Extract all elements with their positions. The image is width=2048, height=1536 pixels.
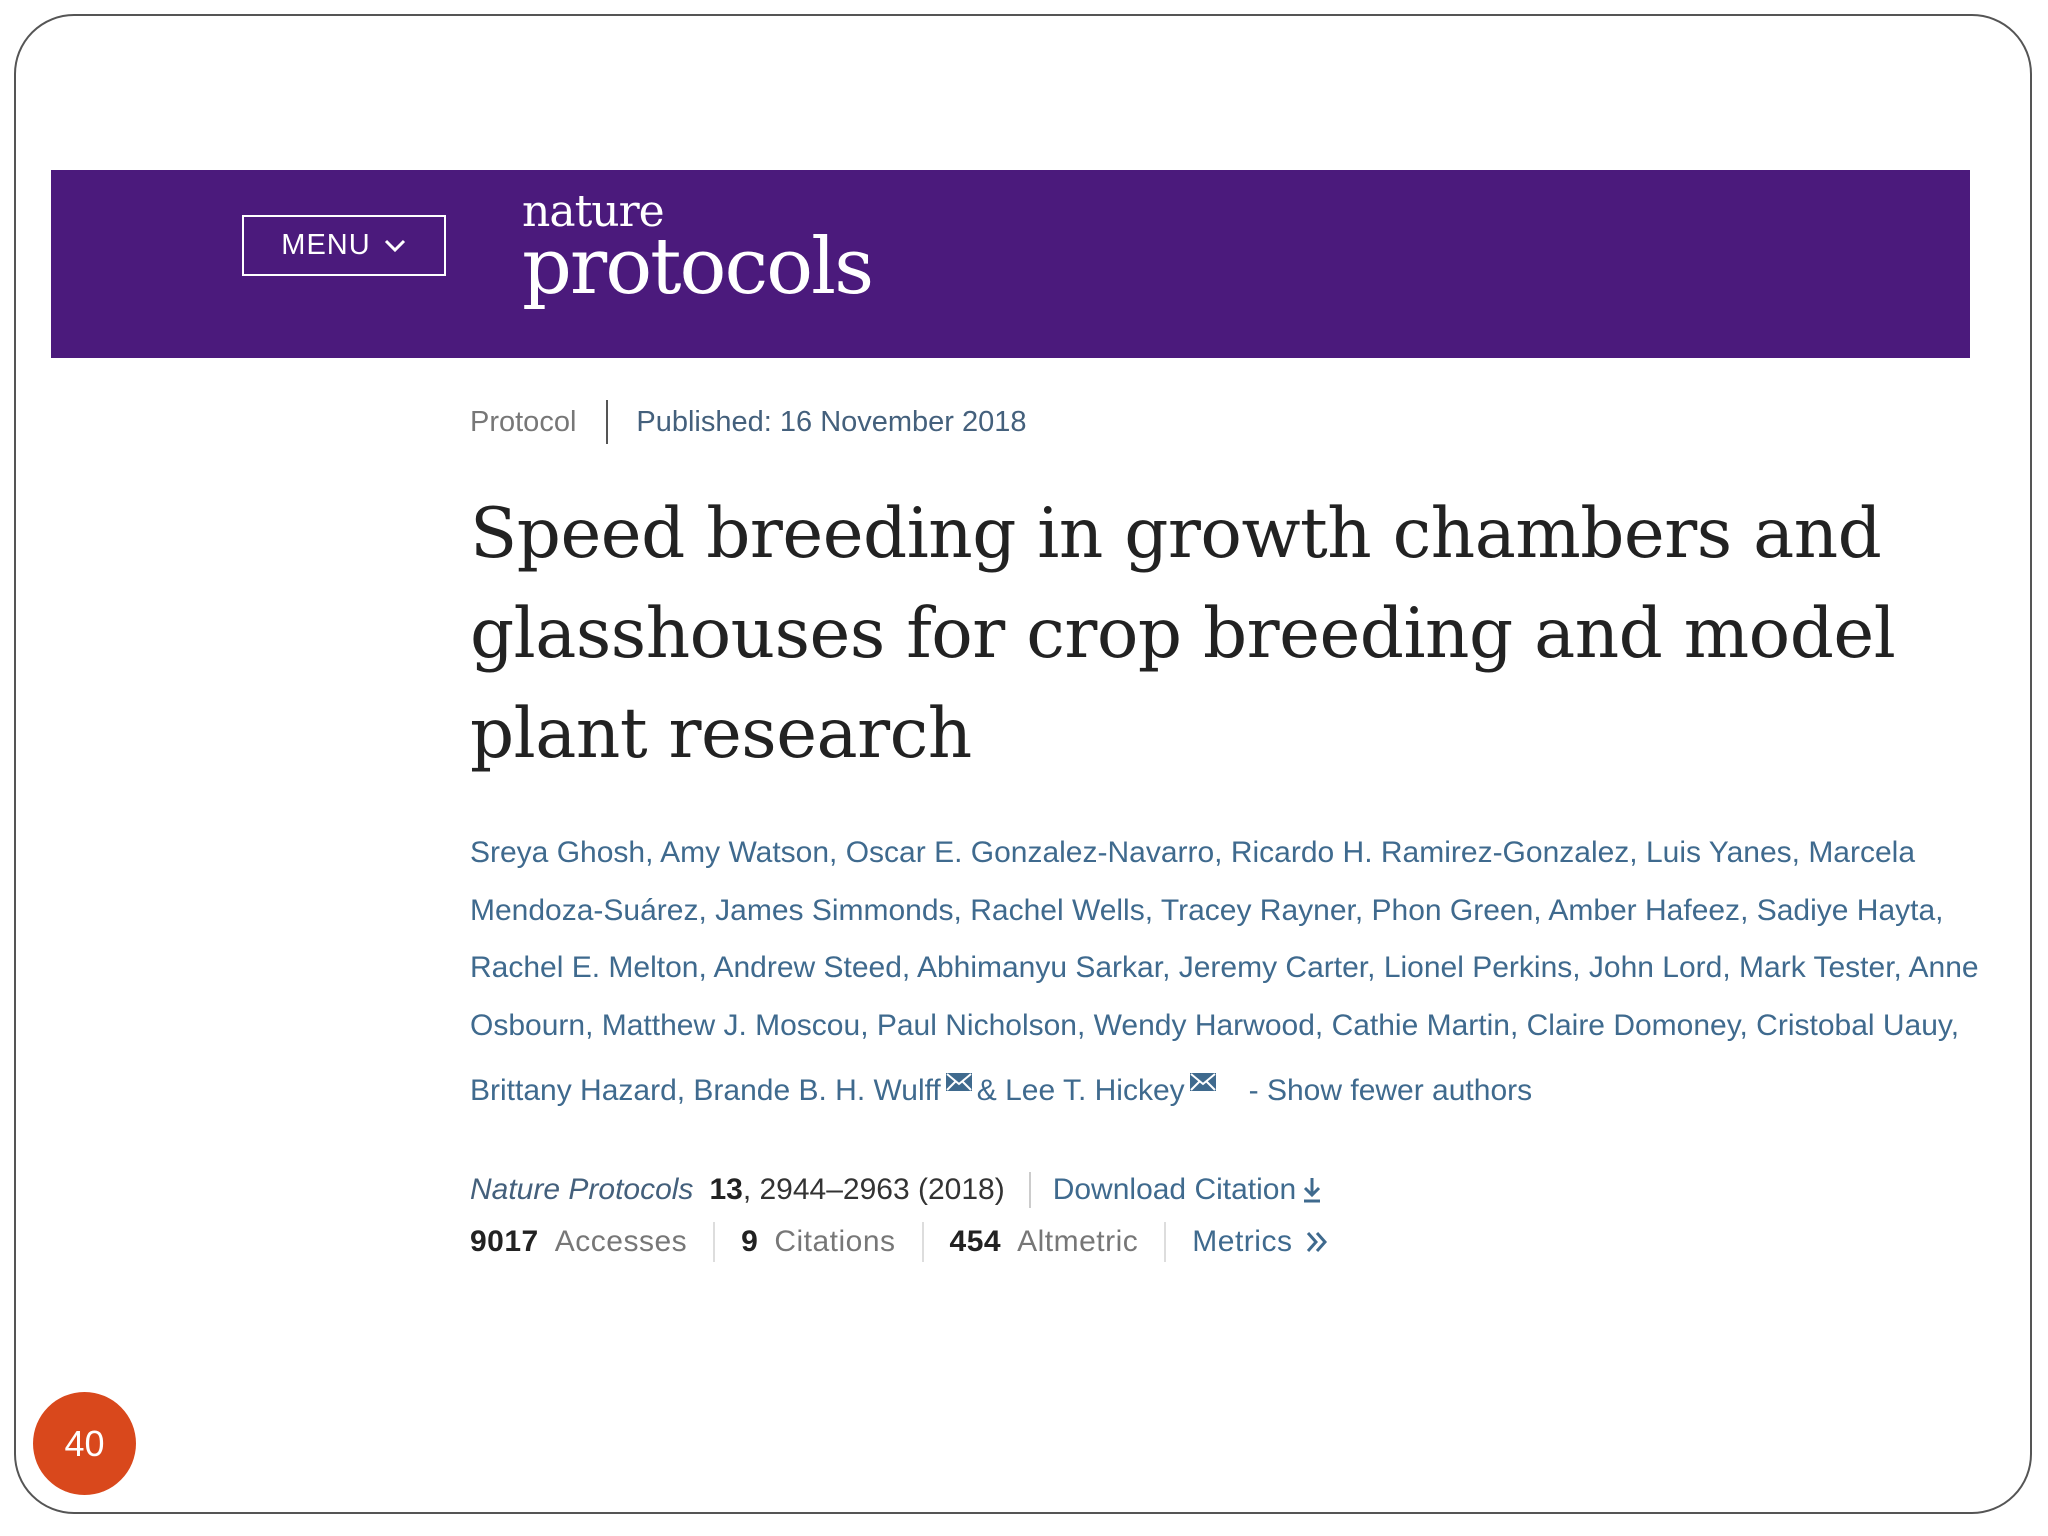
- accesses-label: Accesses: [554, 1224, 688, 1258]
- download-icon: [1304, 1177, 1321, 1202]
- author-link[interactable]: Abhimanyu Sarkar: [917, 951, 1162, 984]
- author-link[interactable]: Sadiye Hayta: [1757, 894, 1935, 927]
- pages-year: , 2944–2963 (2018): [742, 1172, 1005, 1206]
- article-type: Protocol: [470, 405, 577, 438]
- metrics-link[interactable]: Metrics: [1192, 1225, 1330, 1259]
- metric-divider: [1164, 1221, 1167, 1262]
- author-link[interactable]: John Lord: [1589, 951, 1722, 984]
- citations-count: 9: [741, 1224, 759, 1258]
- metric-divider: [713, 1221, 716, 1262]
- author-link[interactable]: Cathie Martin: [1332, 1009, 1510, 1042]
- citation-divider: [1028, 1171, 1031, 1208]
- mail-icon[interactable]: [945, 1054, 973, 1112]
- author-link[interactable]: Lee T. Hickey: [1005, 1074, 1185, 1107]
- slide-number: 40: [64, 1422, 105, 1464]
- logo-bottom-text: protocols: [522, 222, 874, 312]
- mail-icon[interactable]: [1189, 1054, 1217, 1112]
- metric-divider: [921, 1221, 924, 1262]
- article-title: Speed breeding in growth chambers and gl…: [470, 494, 1896, 774]
- author-link[interactable]: Mark Tester: [1739, 951, 1894, 984]
- author-link[interactable]: Ricardo H. Ramirez-Gonzalez: [1231, 836, 1629, 869]
- metrics-link-label: Metrics: [1192, 1224, 1293, 1258]
- article-meta: Protocol Published: 16 November 2018: [470, 400, 1970, 444]
- show-fewer-authors-link[interactable]: - Show fewer authors: [1249, 1074, 1532, 1107]
- meta-divider: [606, 400, 609, 444]
- author-link[interactable]: Amy Watson: [660, 836, 829, 869]
- author-link[interactable]: Rachel Wells: [970, 894, 1145, 927]
- menu-button[interactable]: MENU: [242, 215, 446, 276]
- author-link[interactable]: Sreya Ghosh: [470, 836, 645, 869]
- author-link[interactable]: Andrew Steed: [713, 951, 901, 984]
- author-link[interactable]: Tracey Rayner: [1161, 894, 1355, 927]
- chevron-down-icon: [384, 239, 405, 252]
- citation-line: Nature Protocols 13 , 2944–2963 (2018) D…: [470, 1170, 1970, 1210]
- altmetric-label: Altmetric: [1017, 1224, 1139, 1258]
- author-link[interactable]: Amber Hafeez: [1548, 894, 1740, 927]
- author-link[interactable]: Jeremy Carter: [1179, 951, 1367, 984]
- volume-number: 13: [709, 1172, 743, 1206]
- author-list: Sreya Ghosh, Amy Watson, Oscar E. Gonzal…: [470, 824, 1980, 1120]
- author-link[interactable]: Brande B. H. Wulff: [693, 1074, 940, 1107]
- author-link[interactable]: Brittany Hazard: [470, 1074, 677, 1107]
- author-link[interactable]: Phon Green: [1372, 894, 1534, 927]
- author-link[interactable]: Claire Domoney: [1527, 1009, 1740, 1042]
- article-header: Protocol Published: 16 November 2018 Spe…: [470, 400, 1979, 1262]
- double-chevron-right-icon: [1307, 1231, 1328, 1252]
- metrics-bar: 9017 Accesses 9 Citations 454 Altmetric …: [470, 1221, 1970, 1262]
- author-link[interactable]: Luis Yanes: [1646, 836, 1792, 869]
- author-link[interactable]: Oscar E. Gonzalez-Navarro: [846, 836, 1214, 869]
- download-citation-link[interactable]: Download Citation: [1053, 1173, 1322, 1207]
- author-link[interactable]: James Simmonds: [715, 894, 953, 927]
- author-link[interactable]: Lionel Perkins: [1384, 951, 1572, 984]
- author-link[interactable]: Wendy Harwood: [1094, 1009, 1315, 1042]
- citations-label: Citations: [774, 1224, 896, 1258]
- author-joiner: &: [976, 1074, 1006, 1107]
- menu-label: MENU: [281, 229, 371, 261]
- download-citation-label: Download Citation: [1052, 1172, 1297, 1206]
- published-date: Published: 16 November 2018: [636, 405, 1027, 438]
- author-link[interactable]: Paul Nicholson: [877, 1009, 1077, 1042]
- slide-number-badge: 40: [33, 1392, 136, 1495]
- journal-name: Nature Protocols: [470, 1172, 694, 1206]
- author-link[interactable]: Matthew J. Moscou: [602, 1009, 860, 1042]
- author-link[interactable]: Cristobal Uauy: [1756, 1009, 1951, 1042]
- journal-logo[interactable]: nature protocols: [522, 190, 874, 312]
- author-link[interactable]: Rachel E. Melton: [470, 951, 698, 984]
- altmetric-count: 454: [949, 1224, 1002, 1258]
- accesses-count: 9017: [470, 1224, 539, 1258]
